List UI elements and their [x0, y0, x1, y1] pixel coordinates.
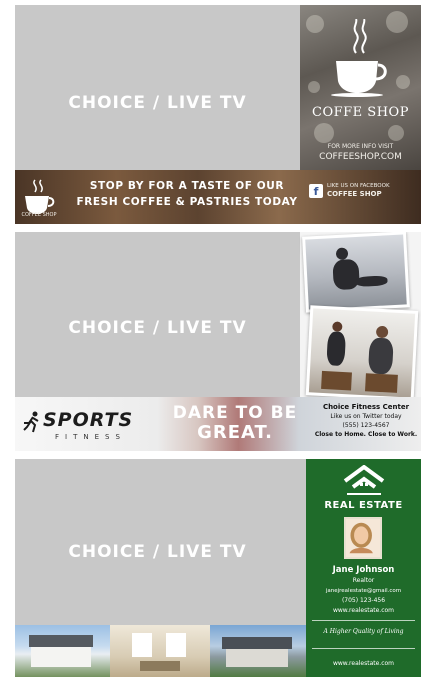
promo-line-1: STOP BY FOR A TASTE OF OUR [89, 180, 285, 192]
fitness-photo-2 [305, 305, 419, 401]
steam-icon [353, 19, 367, 54]
agent-website: www.realestate.com [332, 607, 395, 614]
fitness-contact: Choice Fitness Center Like us on Twitter… [311, 403, 421, 439]
tv-placeholder-label: CHOICE / LIVE TV [68, 318, 247, 338]
tv-placeholder-label: CHOICE / LIVE TV [68, 542, 247, 562]
social-info: LIKE US ON FACEBOOK COFFEE SHOP [327, 182, 390, 198]
agent-phone: (705) 123-456 [341, 597, 386, 604]
divider [312, 648, 415, 649]
social-name: COFFEE SHOP [327, 190, 382, 198]
ad-panel-real-estate: CHOICE / LIVE TV REAL ESTATE Jane Johnso… [15, 459, 421, 677]
avatar [344, 517, 382, 559]
coffee-cup-icon [331, 61, 387, 97]
house-logo-icon [343, 465, 385, 495]
logo-caption: COFFEE SHOP [21, 212, 57, 218]
ad-panel-coffee-shop: CHOICE / LIVE TV COFFE SHOP FOR MORE INF… [15, 5, 421, 224]
agent-email: janejrealestate@gmail.com [325, 588, 402, 594]
fitness-photo-1 [302, 232, 410, 313]
center-line: Like us on Twitter today [330, 413, 402, 420]
shop-name: COFFE SHOP [312, 105, 409, 120]
ad-panel-sports-fitness: CHOICE / LIVE TV SPORTS FITNESS DARE TO … [15, 232, 421, 451]
quality-slogan: A Higher Quality of Living [323, 628, 404, 635]
runner-icon [23, 411, 39, 433]
shop-website: COFFEESHOP.COM [319, 152, 402, 162]
agent-role: Realtor [352, 577, 375, 584]
tv-placeholder-label: CHOICE / LIVE TV [68, 93, 247, 113]
real-estate-title: REAL ESTATE [324, 500, 403, 511]
footer-website: www.realestate.com [332, 660, 395, 667]
house-photo-3 [210, 625, 306, 677]
slogan-line-2: GREAT. [197, 422, 273, 443]
divider [312, 620, 415, 621]
facebook-icon: f [309, 184, 323, 198]
brand-subtitle: FITNESS [55, 433, 126, 441]
agent-name: Jane Johnson [332, 565, 395, 575]
fitness-bottom-banner: SPORTS FITNESS DARE TO BE GREAT. Choice … [15, 397, 421, 451]
social-text: LIKE US ON FACEBOOK [327, 183, 390, 189]
slogan: DARE TO BE GREAT. [165, 403, 305, 443]
center-slogan: Close to Home. Close to Work. [314, 431, 418, 438]
promo-line-2: FRESH COFFEE & PASTRIES TODAY [76, 196, 298, 208]
house-photo-strip [15, 625, 306, 677]
real-estate-side-banner: REAL ESTATE Jane Johnson Realtor janejre… [306, 459, 421, 677]
house-photo-1 [15, 625, 110, 677]
promo-message: STOP BY FOR A TASTE OF OUR FRESH COFFEE … [71, 178, 303, 210]
agent-portrait-icon [349, 522, 373, 554]
coffee-bottom-banner: COFFEE SHOP STOP BY FOR A TASTE OF OUR F… [15, 170, 421, 224]
slogan-line-1: DARE TO BE [172, 403, 298, 423]
brand-name: SPORTS [43, 409, 134, 431]
center-phone: (555) 123-4567 [342, 422, 390, 429]
house-photo-2 [110, 625, 210, 677]
coffee-shop-side-banner: COFFE SHOP FOR MORE INFO VISIT COFFEESHO… [300, 5, 421, 170]
shop-tagline: FOR MORE INFO VISIT [327, 143, 394, 150]
center-name: Choice Fitness Center [322, 403, 410, 411]
